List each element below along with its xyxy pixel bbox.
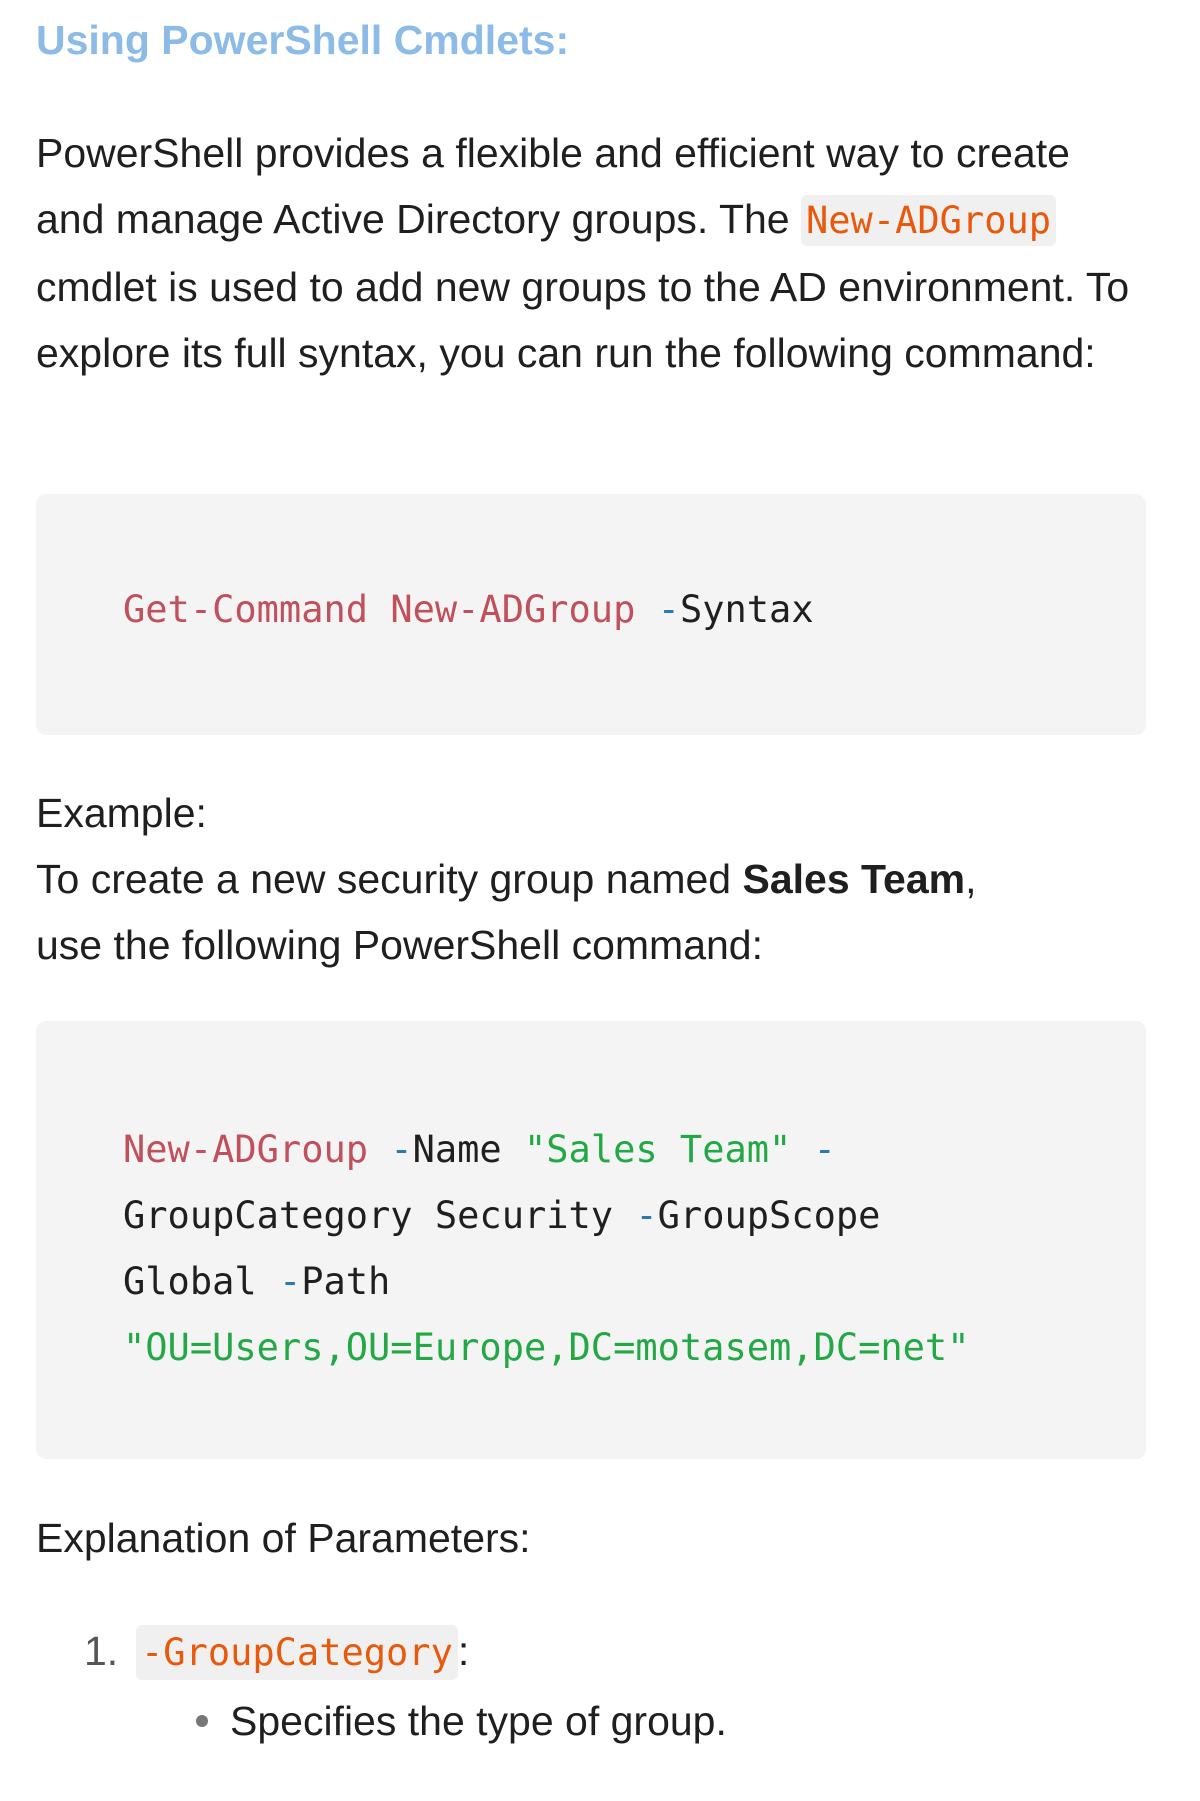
bullet-dot-icon <box>196 1715 208 1728</box>
code-token-param: Global <box>123 1260 279 1303</box>
list-item-colon: : <box>457 1628 470 1674</box>
code-block-new-adgroup[interactable]: New-ADGroup -Name "Sales Team" - GroupCat… <box>36 1021 1146 1459</box>
example-line-2: use the following PowerShell command: <box>36 922 763 968</box>
code-line-4: "OU=Users,OU=Europe,DC=motasem,DC=net" <box>123 1315 1146 1381</box>
code-token-string: "OU=Users,OU=Europe,DC=motasem,DC=net" <box>123 1326 970 1369</box>
inline-code-group-category: -GroupCategory <box>136 1625 458 1680</box>
code-token-dash: - <box>635 1194 658 1237</box>
code-token-dash: - <box>657 588 680 631</box>
code-token-option: Syntax <box>679 588 814 631</box>
article-section: Using PowerShell Cmdlets: PowerShell pro… <box>36 0 1146 1744</box>
code-token-dash: - <box>791 1128 836 1171</box>
example-comma: , <box>965 856 977 902</box>
explanation-heading: Explanation of Parameters: <box>36 1515 531 1561</box>
list-item-term: -GroupCategory: <box>136 1618 469 1686</box>
code-token-arg: New-ADGroup <box>390 588 636 631</box>
code-token-dash: - <box>368 1128 413 1171</box>
code-token-cmd: Get-Command <box>123 588 369 631</box>
intro-text-end: cmdlet is used to add new groups to the … <box>36 264 1130 376</box>
code-token-param: Name <box>412 1128 502 1171</box>
section-heading: Using PowerShell Cmdlets: <box>36 17 570 63</box>
list-item-bullet: Specifies the type of group. <box>196 1688 727 1754</box>
list-item-number: 1. <box>84 1628 119 1674</box>
code-line-3: Global -Path <box>123 1249 1146 1315</box>
example-label: Example: <box>36 790 207 836</box>
code-token-dash: - <box>278 1260 302 1303</box>
code-token-string: "Sales Team" <box>501 1128 792 1171</box>
code-token-param: Path <box>301 1260 391 1303</box>
code-token-param: GroupScope <box>657 1194 881 1237</box>
code-line-2: GroupCategory Security -GroupScope <box>123 1183 1146 1249</box>
inline-code-new-adgroup: New-ADGroup <box>801 195 1057 246</box>
intro-paragraph: PowerShell provides a flexible and effic… <box>36 120 1146 386</box>
code-token-param: GroupCategory Security <box>123 1194 636 1237</box>
example-line-1: To create a new security group named Sal… <box>36 846 1146 912</box>
code-block-get-command[interactable]: Get-Command New-ADGroup -Syntax <box>36 494 1146 735</box>
example-bold-group-name: Sales Team <box>742 856 966 902</box>
example-line-1-text: To create a new security group named <box>36 856 743 902</box>
bullet-text: Specifies the type of group. <box>230 1698 727 1744</box>
code-line-1: New-ADGroup -Name "Sales Team" - <box>123 1117 1146 1183</box>
example-text: Example: To create a new security group … <box>36 780 1146 978</box>
code-token-cmd: New-ADGroup <box>123 1128 369 1171</box>
